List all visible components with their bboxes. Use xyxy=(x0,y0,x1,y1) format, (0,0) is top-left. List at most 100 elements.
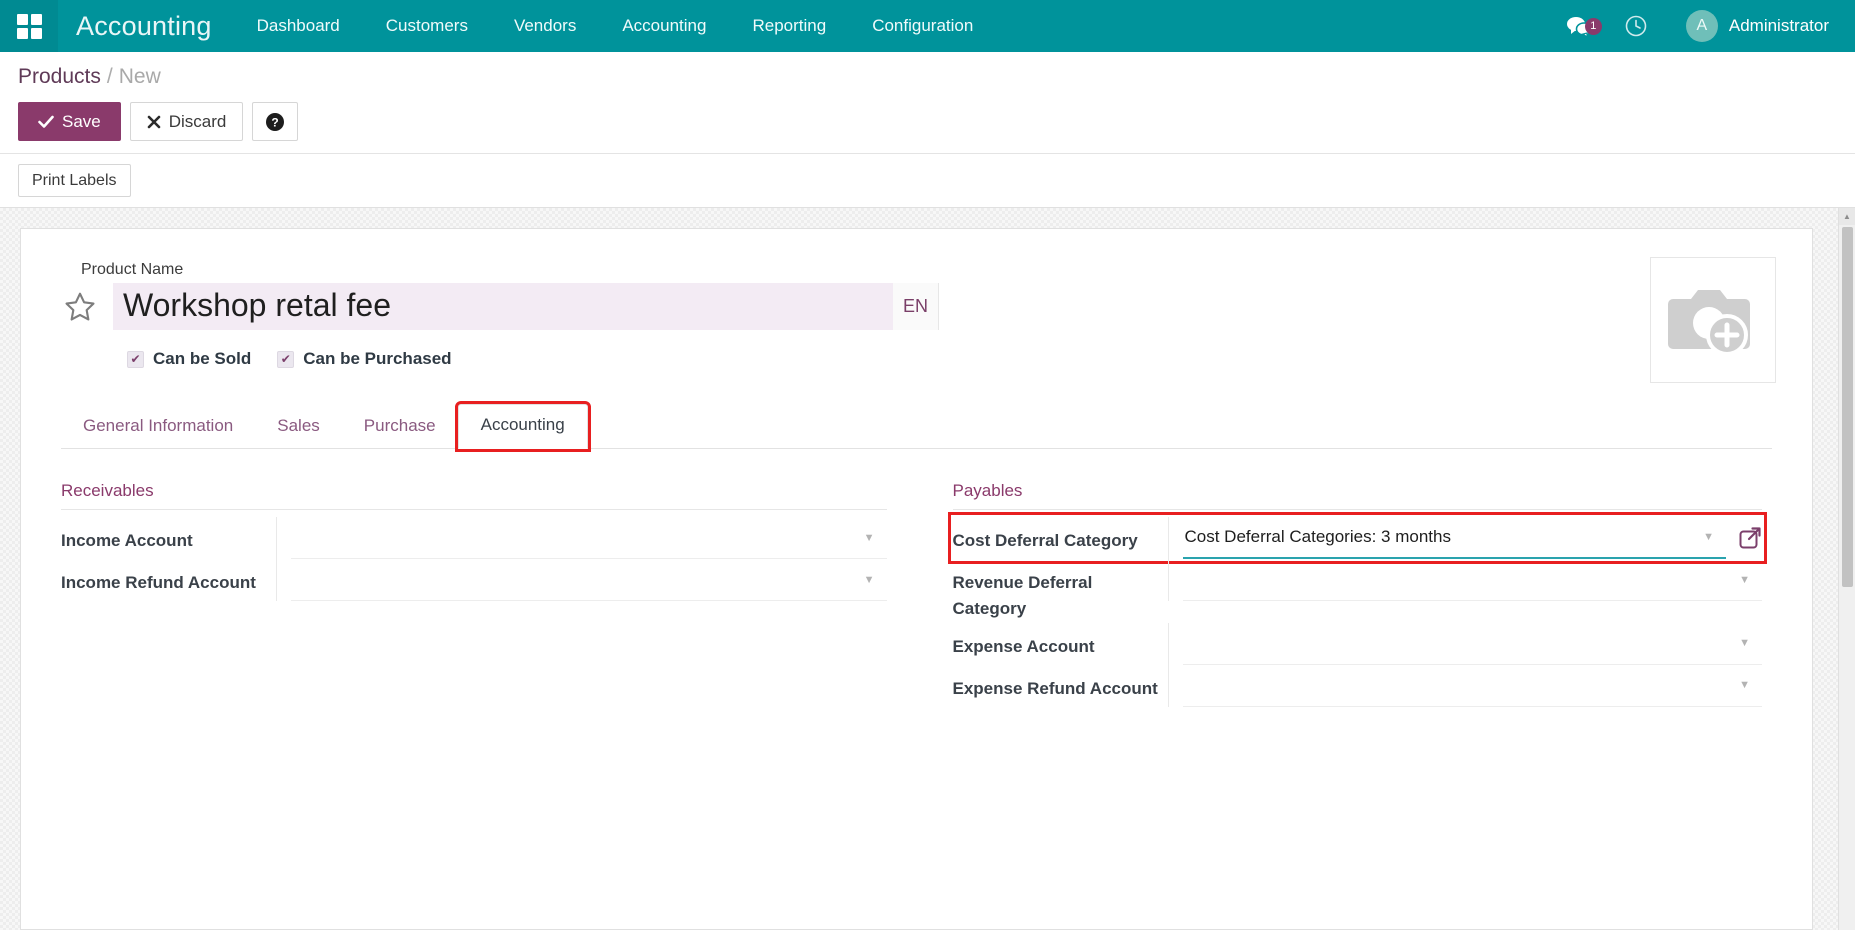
income-account-value-cell: ▼ xyxy=(276,517,887,559)
save-button[interactable]: Save xyxy=(18,102,121,141)
payables-group: Payables Cost Deferral Category ▼ xyxy=(917,481,1773,707)
cost-deferral-category-control[interactable]: ▼ xyxy=(1183,517,1727,559)
chevron-down-icon[interactable]: ▼ xyxy=(1731,679,1758,691)
field-row-cost-deferral-category: Cost Deferral Category ▼ xyxy=(953,517,1763,559)
revenue-deferral-category-input[interactable] xyxy=(1183,570,1732,590)
check-icon xyxy=(38,115,54,129)
app-brand-title[interactable]: Accounting xyxy=(58,11,234,42)
favorite-toggle[interactable] xyxy=(61,283,113,330)
discard-button-label: Discard xyxy=(169,112,227,132)
form-tabs: General Information Sales Purchase Accou… xyxy=(61,403,1772,449)
vertical-scrollbar[interactable]: ▲ xyxy=(1838,208,1855,930)
svg-text:?: ? xyxy=(272,115,279,129)
menu-item-configuration[interactable]: Configuration xyxy=(849,0,996,52)
menu-item-vendors[interactable]: Vendors xyxy=(491,0,599,52)
income-refund-account-value-cell: ▼ xyxy=(276,559,887,601)
tab-accounting[interactable]: Accounting xyxy=(458,404,588,449)
cost-deferral-category-input[interactable] xyxy=(1183,527,1696,547)
cost-deferral-category-value-cell: ▼ xyxy=(1168,517,1763,559)
chevron-down-icon[interactable]: ▼ xyxy=(1695,531,1722,543)
can-be-purchased-label: Can be Purchased xyxy=(303,349,451,369)
cost-deferral-category-label: Cost Deferral Category xyxy=(953,517,1168,554)
expense-account-value-cell: ▼ xyxy=(1168,623,1763,665)
revenue-deferral-category-value-cell: ▼ xyxy=(1168,559,1763,601)
chevron-down-icon[interactable]: ▼ xyxy=(1731,637,1758,649)
user-name-label: Administrator xyxy=(1729,16,1829,36)
cost-deferral-category-open-button[interactable] xyxy=(1726,526,1762,550)
menu-item-dashboard[interactable]: Dashboard xyxy=(234,0,363,52)
language-badge[interactable]: EN xyxy=(893,283,939,330)
chevron-down-icon[interactable]: ▼ xyxy=(856,532,883,544)
product-form-sheet: Product Name EN ✔ Can be Sold ✔ Can be P xyxy=(20,228,1813,930)
tab-purchase[interactable]: Purchase xyxy=(342,406,458,449)
can-be-sold-checkbox[interactable]: ✔ Can be Sold xyxy=(127,349,251,369)
main-menu: Dashboard Customers Vendors Accounting R… xyxy=(234,0,997,52)
star-icon xyxy=(63,290,97,324)
field-row-revenue-deferral-category: Revenue Deferral Category ▼ xyxy=(953,559,1763,623)
tab-general-information[interactable]: General Information xyxy=(61,406,255,449)
expense-refund-account-value-cell: ▼ xyxy=(1168,665,1763,707)
messages-button[interactable]: 1 xyxy=(1550,15,1608,37)
receivables-group: Receivables Income Account ▼ Income Refu… xyxy=(61,481,917,707)
external-link-icon xyxy=(1738,526,1762,550)
expense-account-input[interactable] xyxy=(1183,633,1732,653)
menu-item-reporting[interactable]: Reporting xyxy=(729,0,849,52)
navbar-right-section: 1 A Administrator xyxy=(1550,0,1855,52)
question-mark-icon: ? xyxy=(265,112,285,132)
menu-item-customers[interactable]: Customers xyxy=(363,0,491,52)
user-menu[interactable]: A Administrator xyxy=(1664,10,1829,42)
record-action-buttons: Save Discard ? xyxy=(18,94,1855,153)
breadcrumb-separator: / xyxy=(101,65,119,88)
product-name-row: EN xyxy=(61,283,1772,330)
form-scroll-area: Product Name EN ✔ Can be Sold ✔ Can be P xyxy=(0,208,1855,930)
chevron-down-icon[interactable]: ▼ xyxy=(1731,574,1758,586)
top-navbar: Accounting Dashboard Customers Vendors A… xyxy=(0,0,1855,52)
sheet-outer: Product Name EN ✔ Can be Sold ✔ Can be P xyxy=(0,208,1855,930)
payables-title: Payables xyxy=(953,481,1763,510)
field-row-income-account: Income Account ▼ xyxy=(61,517,887,559)
revenue-deferral-category-label: Revenue Deferral Category xyxy=(953,559,1168,623)
revenue-deferral-category-control[interactable]: ▼ xyxy=(1183,559,1763,601)
field-row-expense-account: Expense Account ▼ xyxy=(953,623,1763,665)
avatar: A xyxy=(1686,10,1718,42)
check-icon: ✔ xyxy=(277,351,294,368)
accounting-tab-content: Receivables Income Account ▼ Income Refu… xyxy=(61,481,1772,707)
apps-menu-button[interactable] xyxy=(0,0,58,52)
chevron-down-icon[interactable]: ▼ xyxy=(856,574,883,586)
product-name-label: Product Name xyxy=(81,261,1772,279)
tab-sales[interactable]: Sales xyxy=(255,406,342,449)
expense-account-label: Expense Account xyxy=(953,623,1168,660)
check-icon: ✔ xyxy=(127,351,144,368)
control-panel: Products/New Save Discard ? xyxy=(0,52,1855,153)
activity-button[interactable] xyxy=(1608,14,1664,38)
menu-item-accounting[interactable]: Accounting xyxy=(599,0,729,52)
product-name-input[interactable] xyxy=(113,283,893,330)
apps-grid-icon xyxy=(17,14,42,39)
income-account-control[interactable]: ▼ xyxy=(291,517,887,559)
breadcrumb-products[interactable]: Products xyxy=(18,65,101,88)
income-account-label: Income Account xyxy=(61,517,276,554)
income-refund-account-input[interactable] xyxy=(291,570,856,590)
x-icon xyxy=(147,115,161,129)
expense-refund-account-control[interactable]: ▼ xyxy=(1183,665,1763,707)
income-refund-account-control[interactable]: ▼ xyxy=(291,559,887,601)
can-be-purchased-checkbox[interactable]: ✔ Can be Purchased xyxy=(277,349,451,369)
discard-button[interactable]: Discard xyxy=(130,102,244,141)
product-image-upload[interactable] xyxy=(1650,257,1776,383)
receivables-title: Receivables xyxy=(61,481,887,510)
save-button-label: Save xyxy=(62,112,101,132)
clock-icon xyxy=(1624,14,1648,38)
caret-up-icon[interactable]: ▲ xyxy=(1839,208,1855,225)
can-be-sold-label: Can be Sold xyxy=(153,349,251,369)
scrollbar-thumb[interactable] xyxy=(1842,227,1853,587)
expense-refund-account-input[interactable] xyxy=(1183,675,1732,695)
expense-account-control[interactable]: ▼ xyxy=(1183,623,1763,665)
help-button[interactable]: ? xyxy=(252,102,298,141)
field-row-expense-refund-account: Expense Refund Account ▼ xyxy=(953,665,1763,707)
print-labels-button[interactable]: Print Labels xyxy=(18,164,131,197)
breadcrumb: Products/New xyxy=(18,52,1855,94)
income-refund-account-label: Income Refund Account xyxy=(61,559,276,596)
messages-badge: 1 xyxy=(1585,18,1602,35)
income-account-input[interactable] xyxy=(291,528,856,548)
field-row-income-refund-account: Income Refund Account ▼ xyxy=(61,559,887,601)
